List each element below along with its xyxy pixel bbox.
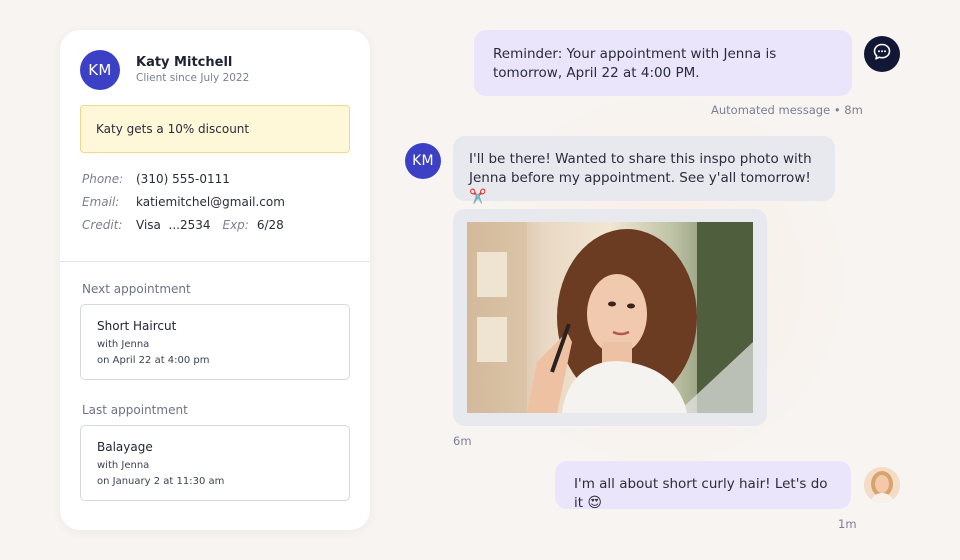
bot-avatar: [864, 36, 900, 72]
appointment-time: on January 2 at 11:30 am: [97, 476, 225, 487]
phone-row: Phone: (310) 555-0111: [82, 172, 230, 186]
card-divider: [60, 261, 370, 262]
photo-message-bubble: [453, 209, 767, 426]
discount-text: Katy gets a 10% discount: [96, 122, 250, 136]
credit-row: Credit: Visa ...2534 Exp: 6/28: [82, 218, 284, 232]
client-initials: KM: [88, 61, 112, 79]
message-text: I'm all about short curly hair! Let's do…: [574, 476, 828, 511]
discount-banner: Katy gets a 10% discount: [80, 105, 350, 153]
appointment-service: Balayage: [97, 440, 153, 454]
message-meta: 1m: [838, 517, 857, 531]
message-text: Reminder: Your appointment with Jenna is…: [493, 46, 777, 81]
client-message-bubble: I'll be there! Wanted to share this insp…: [453, 136, 835, 205]
exp-value: 6/28: [256, 218, 284, 232]
client-initials: KM: [412, 153, 434, 169]
heart-eyes-emoji: 😍: [587, 495, 602, 511]
message-meta: 6m: [453, 434, 472, 448]
appointment-time: on April 22 at 4:00 pm: [97, 355, 210, 366]
client-since: Client since July 2022: [136, 72, 250, 84]
inspo-photo[interactable]: [467, 222, 753, 413]
appointment-stylist: with Jenna: [97, 460, 150, 471]
client-name[interactable]: Katy Mitchell: [136, 55, 232, 70]
credit-value: Visa ...2534: [136, 218, 211, 232]
client-avatar: KM: [405, 143, 441, 179]
last-appointment-heading: Last appointment: [82, 403, 188, 417]
email-row: Email: katiemitchel@gmail.com: [82, 195, 285, 209]
staff-message-bubble: I'm all about short curly hair! Let's do…: [555, 461, 851, 511]
scissors-emoji: ✂️: [469, 189, 487, 205]
appointment-stylist: with Jenna: [97, 339, 150, 350]
email-value[interactable]: katiemitchel@gmail.com: [136, 195, 285, 209]
chat-bubble-icon: [872, 42, 892, 66]
client-card: KM Katy Mitchell Client since July 2022 …: [60, 30, 370, 530]
email-label: Email:: [82, 195, 120, 209]
phone-label: Phone:: [82, 172, 124, 186]
reminder-message-bubble: Reminder: Your appointment with Jenna is…: [474, 30, 852, 96]
last-appointment-card[interactable]: Balayage with Jenna on January 2 at 11:3…: [80, 425, 350, 501]
phone-value[interactable]: (310) 555-0111: [136, 172, 230, 186]
message-meta: Automated message • 8m: [711, 103, 863, 117]
staff-avatar: [864, 467, 900, 503]
exp-label: Exp:: [222, 218, 249, 232]
message-text: I'll be there! Wanted to share this insp…: [469, 151, 812, 186]
appointment-service: Short Haircut: [97, 319, 177, 333]
client-avatar: KM: [80, 50, 120, 90]
next-appointment-heading: Next appointment: [82, 282, 191, 296]
credit-label: Credit:: [82, 218, 123, 232]
next-appointment-card[interactable]: Short Haircut with Jenna on April 22 at …: [80, 304, 350, 380]
